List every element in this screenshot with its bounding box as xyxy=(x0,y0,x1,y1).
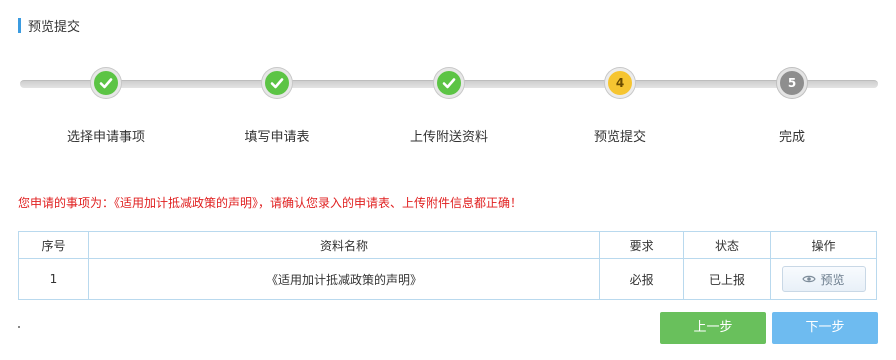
step-5-label: 完成 xyxy=(778,130,805,145)
step-5-number: 5 xyxy=(777,68,807,98)
step-3: 上传附送资料 xyxy=(379,68,519,145)
step-1-label: 选择申请事项 xyxy=(66,130,145,145)
header-status: 状态 xyxy=(683,231,771,259)
eye-icon xyxy=(802,275,817,283)
progress-steps: 选择申请事项 填写申请表 上传附送资料 4 预览提交 5 完成 xyxy=(0,60,896,160)
table-row: 1 《适用加计抵减政策的声明》 必报 已上报 预览 xyxy=(18,258,877,300)
cell-action: 预览 xyxy=(770,258,877,300)
cell-index: 1 xyxy=(18,258,89,300)
step-4-label: 预览提交 xyxy=(593,130,646,145)
step-2: 填写申请表 xyxy=(207,68,347,145)
confirm-notice: 您申请的事项为：《适用加计抵减政策的声明》，请确认您录入的申请表、上传附件信息都… xyxy=(18,196,523,210)
section-title-text: 预览提交 xyxy=(28,19,81,35)
step-2-check-icon xyxy=(262,68,292,98)
step-2-label: 填写申请表 xyxy=(244,130,310,145)
step-5: 5 完成 xyxy=(722,68,862,145)
title-accent-bar xyxy=(18,17,21,33)
header-index: 序号 xyxy=(18,231,89,259)
next-step-button[interactable]: 下一步 xyxy=(772,312,878,344)
step-3-check-icon xyxy=(434,68,464,98)
previous-step-button[interactable]: 上一步 xyxy=(660,312,766,344)
step-4-number: 4 xyxy=(605,68,635,98)
cell-status: 已上报 xyxy=(683,258,771,300)
step-3-label: 上传附送资料 xyxy=(409,130,488,145)
preview-button[interactable]: 预览 xyxy=(781,266,866,292)
attachments-table: 序号 资料名称 要求 状态 操作 1 《适用加计抵减政策的声明》 必报 已上报 … xyxy=(18,231,877,300)
header-name: 资料名称 xyxy=(87,231,601,259)
section-title: 预览提交 xyxy=(18,16,81,35)
step-1: 选择申请事项 xyxy=(36,68,176,145)
cell-name: 《适用加计抵减政策的声明》 xyxy=(87,258,601,300)
header-requirement: 要求 xyxy=(599,231,685,259)
table-header-row: 序号 资料名称 要求 状态 操作 xyxy=(18,231,877,259)
step-4: 4 预览提交 xyxy=(550,68,690,145)
decorative-dot xyxy=(18,326,20,328)
header-action: 操作 xyxy=(770,231,877,259)
preview-button-label: 预览 xyxy=(820,272,845,287)
step-1-check-icon xyxy=(91,68,121,98)
cell-requirement: 必报 xyxy=(599,258,685,300)
